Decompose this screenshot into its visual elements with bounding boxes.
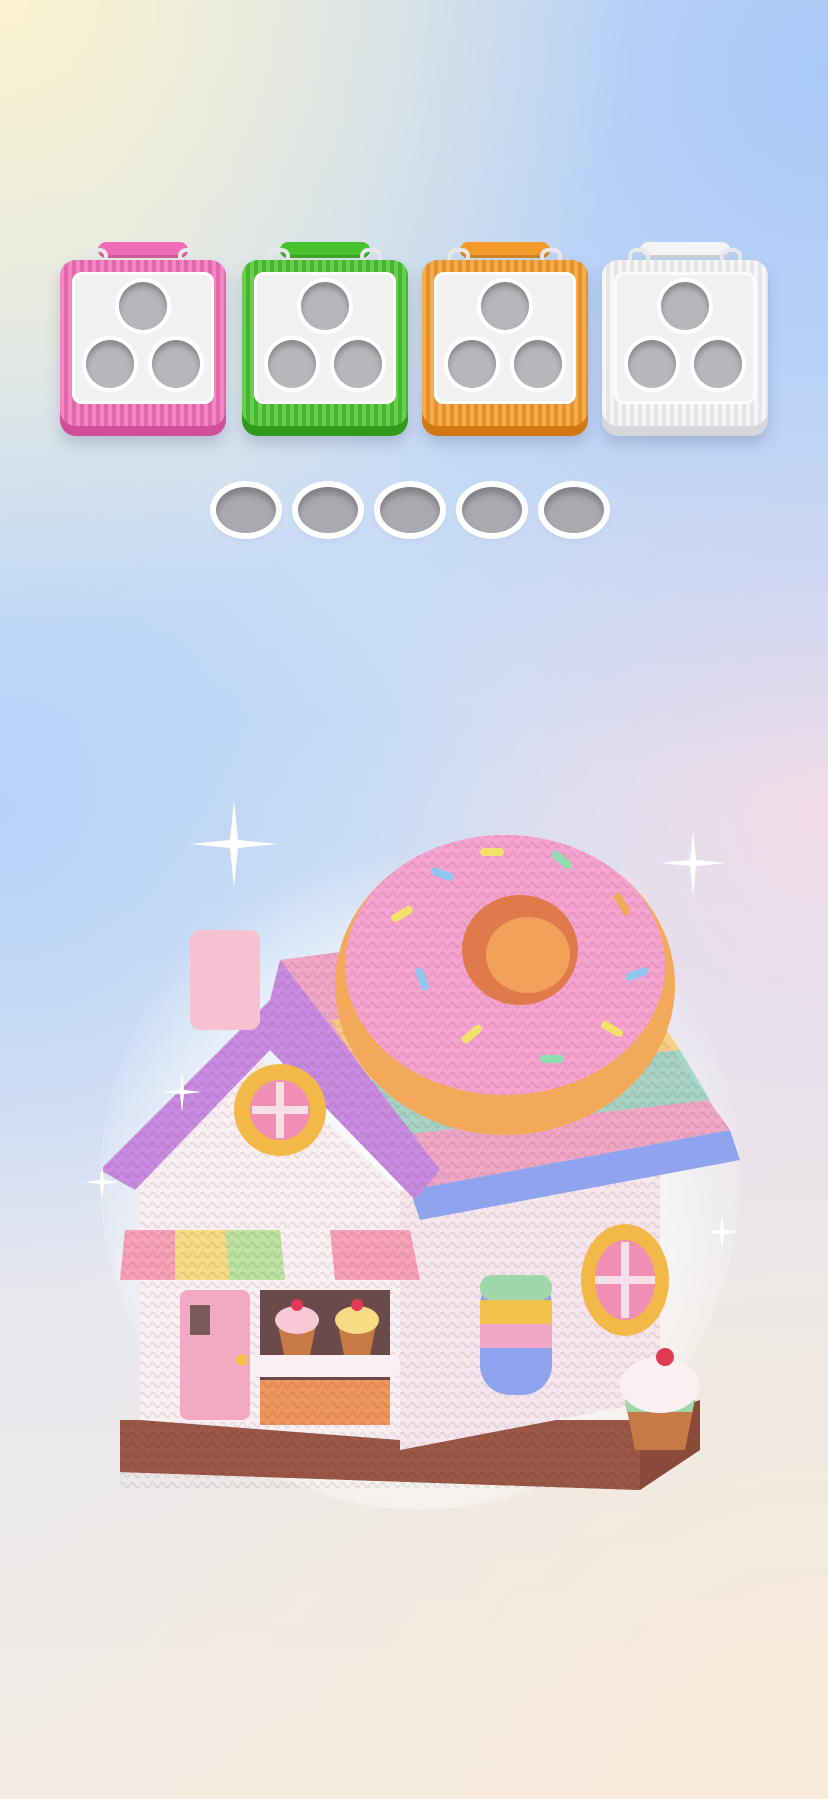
basket-inner bbox=[72, 272, 214, 404]
basket-handle bbox=[86, 242, 200, 270]
basket-inner bbox=[614, 272, 756, 404]
basket-orange[interactable] bbox=[422, 242, 588, 438]
empty-slot bbox=[481, 282, 529, 330]
holder-slot[interactable] bbox=[380, 487, 440, 533]
empty-slot bbox=[86, 340, 134, 388]
basket-white[interactable] bbox=[602, 242, 768, 438]
empty-slot bbox=[152, 340, 200, 388]
empty-slot bbox=[514, 340, 562, 388]
crochet-house-scene[interactable] bbox=[80, 760, 760, 1520]
empty-slot bbox=[628, 340, 676, 388]
empty-slot bbox=[334, 340, 382, 388]
holder-slot[interactable] bbox=[216, 487, 276, 533]
basket-green[interactable] bbox=[242, 242, 408, 438]
empty-slot bbox=[301, 282, 349, 330]
basket-handle bbox=[268, 242, 382, 270]
holder-slot[interactable] bbox=[298, 487, 358, 533]
empty-slot bbox=[661, 282, 709, 330]
holder-slot[interactable] bbox=[544, 487, 604, 533]
basket-body bbox=[422, 260, 588, 436]
empty-slot bbox=[268, 340, 316, 388]
holder-slot[interactable] bbox=[462, 487, 522, 533]
empty-slot bbox=[448, 340, 496, 388]
holding-row bbox=[216, 487, 612, 543]
empty-slot bbox=[694, 340, 742, 388]
basket-tray bbox=[60, 242, 768, 442]
basket-body bbox=[242, 260, 408, 436]
basket-body bbox=[602, 260, 768, 436]
basket-handle bbox=[448, 242, 562, 270]
basket-handle bbox=[628, 242, 742, 270]
basket-inner bbox=[434, 272, 576, 404]
basket-body bbox=[60, 260, 226, 436]
empty-slot bbox=[119, 282, 167, 330]
crochet-house-illustration bbox=[84, 800, 740, 1510]
basket-inner bbox=[254, 272, 396, 404]
basket-pink[interactable] bbox=[60, 242, 226, 438]
